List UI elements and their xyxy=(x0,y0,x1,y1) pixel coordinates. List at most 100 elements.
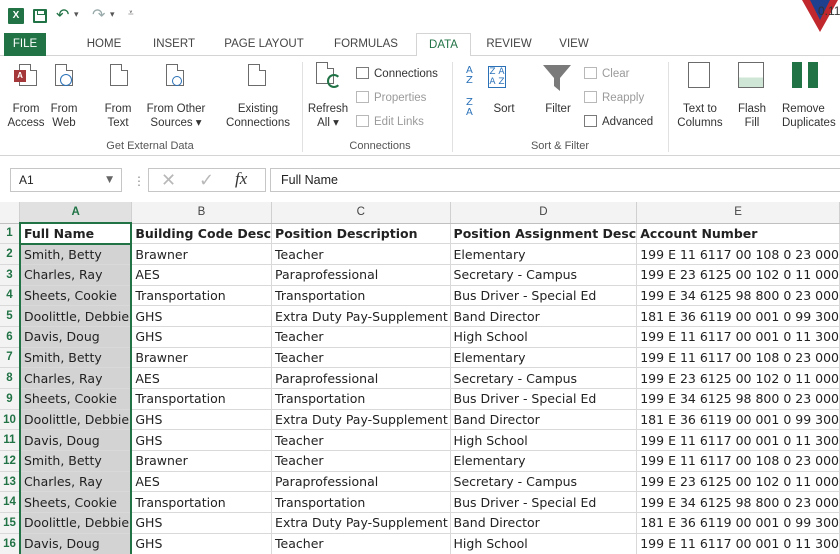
cell-b[interactable]: Brawner xyxy=(131,347,273,369)
cell-d[interactable]: Band Director xyxy=(450,305,638,327)
cell-a[interactable]: Davis, Doug xyxy=(18,326,133,348)
insert-function-icon[interactable]: fx xyxy=(235,169,247,189)
cell-a[interactable]: Sheets, Cookie xyxy=(18,491,133,514)
cell-c[interactable]: Transportation xyxy=(271,388,451,410)
cell-a[interactable]: Davis, Doug xyxy=(18,533,133,554)
sort-za-icon[interactable]: ZA xyxy=(466,98,473,118)
cell-a[interactable]: Charles, Ray xyxy=(18,471,133,493)
cell-d[interactable]: Bus Driver - Special Ed xyxy=(450,285,638,307)
cell-c[interactable]: Extra Duty Pay-Supplement xyxy=(271,409,451,431)
cell-a[interactable]: Doolittle, Debbie xyxy=(18,409,133,431)
from-other-sources-button[interactable]: From Other Sources ▾ xyxy=(140,102,212,130)
column-header-b[interactable]: B xyxy=(131,202,273,224)
cell-a[interactable]: Smith, Betty xyxy=(18,347,133,369)
cell-e[interactable]: 181 E 36 6119 00 001 0 99 300 xyxy=(636,409,840,431)
row-header[interactable]: 10 xyxy=(0,409,21,431)
filter-button[interactable]: Filter xyxy=(536,102,580,116)
cell-d[interactable]: High School xyxy=(450,533,638,554)
cell-a[interactable]: Doolittle, Debbie xyxy=(18,512,133,534)
connections-button[interactable]: Connections xyxy=(356,67,438,80)
tab-data[interactable]: DATA xyxy=(416,33,471,57)
cell-d[interactable]: Secretary - Campus xyxy=(450,264,638,286)
cell-c[interactable]: Teacher xyxy=(271,347,451,369)
cell-e[interactable]: 181 E 36 6119 00 001 0 99 300 xyxy=(636,512,840,534)
from-text-button[interactable]: From Text xyxy=(98,102,138,130)
redo-icon[interactable]: ↷ xyxy=(92,5,105,24)
cell-d[interactable]: Bus Driver - Special Ed xyxy=(450,491,638,514)
cell-b[interactable]: GHS xyxy=(131,533,273,554)
cancel-icon[interactable]: ✕ xyxy=(161,170,176,191)
formula-bar-splitter[interactable]: ⋮ xyxy=(133,174,145,188)
cell-d[interactable]: Secretary - Campus xyxy=(450,367,638,389)
tab-page-layout[interactable]: PAGE LAYOUT xyxy=(215,33,313,56)
row-header[interactable]: 15 xyxy=(0,512,21,534)
existing-connections-button[interactable]: Existing Connections xyxy=(220,102,296,130)
cell-b[interactable]: Brawner xyxy=(131,450,273,472)
cell-b[interactable]: Transportation xyxy=(131,491,273,514)
row-header[interactable]: 5 xyxy=(0,305,21,327)
flash-fill-button[interactable]: Flash Fill xyxy=(730,102,774,130)
row-header[interactable]: 7 xyxy=(0,347,21,369)
cell-e[interactable]: 181 E 36 6119 00 001 0 99 300 xyxy=(636,305,840,327)
cell-c[interactable]: Extra Duty Pay-Supplement xyxy=(271,305,451,327)
cell-e[interactable]: 199 E 11 6117 00 001 0 11 300 xyxy=(636,429,840,452)
column-header-c[interactable]: C xyxy=(271,202,451,224)
cell-c[interactable]: Teacher xyxy=(271,450,451,472)
row-header[interactable]: 3 xyxy=(0,264,21,286)
cell-b[interactable]: GHS xyxy=(131,305,273,327)
cell-c[interactable]: Transportation xyxy=(271,285,451,307)
cell-c[interactable]: Extra Duty Pay-Supplement xyxy=(271,512,451,534)
select-all-corner[interactable] xyxy=(0,202,21,224)
cell-a[interactable]: Charles, Ray xyxy=(18,264,133,286)
tab-home[interactable]: HOME xyxy=(76,33,132,56)
cell-d[interactable]: Band Director xyxy=(450,512,638,534)
row-header[interactable]: 13 xyxy=(0,471,21,493)
advanced-button[interactable]: Advanced xyxy=(584,115,653,128)
tab-view[interactable]: VIEW xyxy=(546,33,602,56)
cell-e[interactable]: 199 E 34 6125 98 800 0 23 000 xyxy=(636,388,840,410)
row-header[interactable]: 4 xyxy=(0,285,21,307)
cell-d[interactable]: Elementary xyxy=(450,450,638,472)
cell-b[interactable]: Transportation xyxy=(131,285,273,307)
cell-a[interactable]: Charles, Ray xyxy=(18,367,133,389)
cell-a[interactable]: Davis, Doug xyxy=(18,429,133,452)
cell-e[interactable]: 199 E 34 6125 98 800 0 23 000 xyxy=(636,285,840,307)
cell-e[interactable]: 199 E 11 6117 00 001 0 11 300 xyxy=(636,326,840,348)
cell-c[interactable]: Teacher xyxy=(271,243,451,265)
cell-d[interactable]: Secretary - Campus xyxy=(450,471,638,493)
save-icon[interactable] xyxy=(33,9,47,23)
cell-e[interactable]: 199 E 11 6117 00 001 0 11 300 xyxy=(636,533,840,554)
cell-b[interactable]: AES xyxy=(131,471,273,493)
cell-a[interactable]: Smith, Betty xyxy=(18,243,133,265)
cell-b[interactable]: GHS xyxy=(131,409,273,431)
tab-review[interactable]: REVIEW xyxy=(478,33,540,56)
row-header[interactable]: 1 xyxy=(0,223,21,245)
properties-button[interactable]: Properties xyxy=(356,91,426,104)
cell-b[interactable]: AES xyxy=(131,367,273,389)
from-web-button[interactable]: From Web xyxy=(46,102,82,130)
cell-a1[interactable]: Full Name xyxy=(18,222,133,245)
cell-b[interactable]: GHS xyxy=(131,512,273,534)
cell-a[interactable]: Smith, Betty xyxy=(18,450,133,472)
row-header[interactable]: 9 xyxy=(0,388,21,410)
cell-a[interactable]: Sheets, Cookie xyxy=(18,388,133,410)
cell-d[interactable]: High School xyxy=(450,429,638,452)
cell-e[interactable]: 199 E 23 6125 00 102 0 11 000 xyxy=(636,367,840,389)
cell-c1[interactable]: Position Description xyxy=(271,223,451,245)
row-header[interactable]: 12 xyxy=(0,450,21,472)
cell-b[interactable]: AES xyxy=(131,264,273,286)
cell-d1[interactable]: Position Assignment Desc xyxy=(450,223,638,245)
cell-e[interactable]: 199 E 23 6125 00 102 0 11 000 xyxy=(636,264,840,286)
row-header[interactable]: 14 xyxy=(0,491,21,514)
from-access-button[interactable]: From Access xyxy=(6,102,46,130)
column-header-e[interactable]: E xyxy=(636,202,840,224)
refresh-all-button[interactable]: Refresh All ▾ xyxy=(304,102,352,130)
name-box[interactable]: A1 ▼ xyxy=(10,168,122,192)
cell-e[interactable]: 199 E 11 6117 00 108 0 23 000 xyxy=(636,347,840,369)
cell-c[interactable]: Paraprofessional xyxy=(271,264,451,286)
enter-icon[interactable]: ✓ xyxy=(199,170,214,191)
cell-a[interactable]: Sheets, Cookie xyxy=(18,285,133,307)
column-header-d[interactable]: D xyxy=(450,202,638,224)
customize-toolbar-icon[interactable]: ⩡ xyxy=(128,8,134,19)
remove-duplicates-button[interactable]: Remove Duplicates xyxy=(776,102,840,130)
